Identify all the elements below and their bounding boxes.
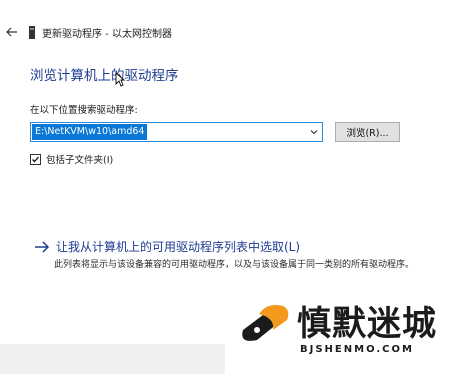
path-combobox[interactable]: E:\NetKVM\w10\amd64: [30, 122, 323, 142]
path-input[interactable]: E:\NetKVM\w10\amd64: [32, 124, 148, 140]
search-location-label: 在以下位置搜索驱动程序:: [30, 105, 138, 116]
include-subfolders-checkbox[interactable]: [30, 153, 41, 165]
watermark: 慎默迷城 BJSHENMO.COM: [225, 286, 474, 374]
back-arrow-icon: [6, 27, 17, 37]
chevron-down-icon[interactable]: [309, 127, 319, 137]
watermark-logo-icon: [242, 305, 289, 341]
right-arrow-icon: [35, 240, 50, 253]
mouse-cursor-icon: [115, 72, 125, 87]
watermark-text: 慎默迷城: [297, 304, 437, 344]
pick-from-list-description: 此列表将显示与该设备兼容的可用驱动程序，以及与该设备属于同一类别的所有驱动程序。: [54, 260, 415, 270]
pick-from-list-link[interactable]: 让我从计算机上的可用驱动程序列表中选取(L): [34, 238, 300, 255]
back-button[interactable]: [2, 22, 22, 42]
browse-button[interactable]: 浏览(R)...: [335, 122, 400, 142]
title-bar: 更新驱动程序 - 以太网控制器: [0, 0, 474, 48]
include-subfolders-label[interactable]: 包括子文件夹(I): [46, 152, 113, 166]
watermark-url: BJSHENMO.COM: [300, 344, 414, 355]
pick-from-list-text[interactable]: 让我从计算机上的可用驱动程序列表中选取(L): [56, 238, 300, 255]
page-title: 浏览计算机上的驱动程序: [30, 68, 179, 84]
checkmark-icon: [32, 156, 39, 162]
include-subfolders-row[interactable]: 包括子文件夹(I): [30, 152, 113, 166]
window-title: 更新驱动程序 - 以太网控制器: [42, 29, 172, 40]
device-icon: [29, 26, 35, 39]
